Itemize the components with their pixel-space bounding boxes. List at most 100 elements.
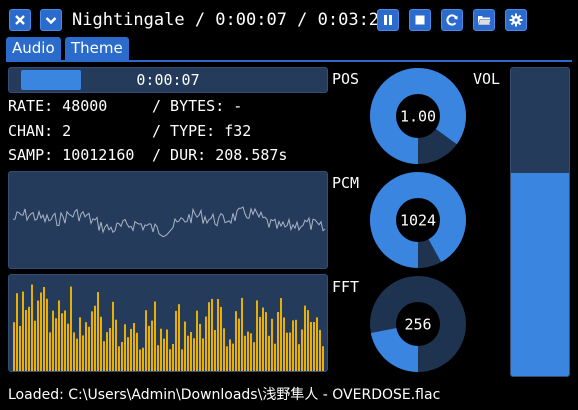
fft-bar [130, 328, 132, 371]
fft-bar [115, 319, 117, 371]
fft-bar [148, 325, 150, 371]
fft-bar [16, 293, 18, 371]
fft-bar [277, 312, 279, 371]
tab-audio[interactable]: Audio [6, 37, 61, 61]
fft-bar [181, 349, 183, 371]
fft-bar [37, 300, 39, 371]
fft-bar [52, 310, 54, 371]
fft-bar [289, 332, 291, 371]
rate-info: RATE: 48000 [8, 97, 108, 115]
fft-bar [307, 310, 309, 371]
fft-bar [34, 320, 36, 371]
refresh-button[interactable] [441, 9, 463, 31]
waveform-plot [12, 206, 326, 238]
fft-bar [244, 335, 246, 371]
pos-gauge-value: 1.00 [400, 108, 436, 126]
fft-bar [205, 316, 207, 371]
open-folder-button[interactable] [473, 9, 495, 31]
fft-bar [310, 322, 312, 371]
dur-info: / DUR: 208.587s [152, 146, 288, 164]
status-bar: Loaded: C:\Users\Admin\Downloads\浅野隼人 - … [8, 387, 441, 403]
waveform-line [12, 206, 326, 238]
fft-bar [292, 320, 294, 371]
fft-bar [160, 328, 162, 371]
fft-bar [64, 310, 66, 371]
fft-bar [274, 343, 276, 371]
fft-bar [286, 332, 288, 371]
fft-plot [13, 284, 324, 371]
fft-bar [118, 346, 120, 371]
fft-bar [124, 324, 126, 371]
fft-bar [67, 323, 69, 371]
fft-bar [196, 310, 198, 371]
fft-bar [49, 332, 51, 371]
fft-bar [79, 317, 81, 371]
fft-bar [142, 347, 144, 371]
pause-button[interactable] [377, 9, 399, 31]
bytes-info: / BYTES: - [152, 97, 243, 115]
fft-bar [298, 344, 300, 371]
position-time: 0:00:07 [136, 71, 200, 89]
fft-bar [220, 306, 222, 371]
refresh-icon [446, 14, 458, 26]
fft-bar [82, 335, 84, 371]
fft-bar [91, 311, 93, 371]
pos-gauge[interactable]: 1.00 [368, 66, 468, 166]
tab-theme[interactable]: Theme [65, 37, 129, 61]
fft-bar [235, 311, 237, 371]
pcm-gauge[interactable]: 1024 [368, 170, 468, 270]
fft-bar [97, 292, 99, 371]
fft-bar [40, 292, 42, 371]
fft-bar [202, 338, 204, 371]
fft-bar [184, 321, 186, 371]
pause-icon [384, 15, 392, 25]
fft-bar [133, 323, 135, 371]
type-info: / TYPE: f32 [152, 122, 252, 140]
fft-bar [25, 310, 27, 371]
pcm-label: PCM [332, 174, 360, 192]
fft-bar [313, 322, 315, 371]
fft-bar [283, 317, 285, 371]
fft-bar [163, 338, 165, 371]
fft-bar [304, 305, 306, 371]
gear-icon [509, 13, 523, 27]
fft-bar [250, 333, 252, 371]
stop-button[interactable] [409, 9, 431, 31]
volume-slider-fill [511, 172, 569, 376]
fft-bar [28, 306, 30, 371]
collapse-button[interactable] [40, 9, 62, 31]
fft-bar [271, 318, 273, 371]
fft-bar [319, 329, 321, 371]
fft-bar [76, 338, 78, 371]
folder-icon [477, 16, 491, 26]
fft-bar [256, 300, 258, 371]
close-button[interactable] [9, 9, 31, 31]
title-bar: Nightingale / 0:00:07 / 0:03:28 [0, 0, 578, 38]
fft-bar [229, 339, 231, 371]
volume-slider[interactable] [510, 67, 570, 377]
fft-bar [112, 301, 114, 371]
fft-panel [8, 274, 328, 372]
pos-label: POS [332, 70, 360, 88]
close-icon [15, 15, 25, 25]
fft-bar [46, 298, 48, 371]
fft-bar [199, 323, 201, 371]
fft-bar [208, 302, 210, 371]
fft-bar [85, 322, 87, 371]
fft-bar [295, 319, 297, 371]
fft-bar [187, 335, 189, 371]
settings-button[interactable] [505, 9, 527, 31]
fft-bar [226, 346, 228, 371]
fft-bar [280, 298, 282, 371]
fft-bar [88, 326, 90, 371]
pcm-gauge-dial: 1024 [369, 172, 466, 268]
fft-bar [322, 346, 324, 371]
fft-bar [100, 316, 102, 371]
vol-label: VOL [473, 70, 501, 88]
position-slider[interactable]: 0:00:07 [8, 67, 328, 93]
pcm-gauge-value: 1024 [400, 212, 436, 230]
fft-bar [316, 317, 318, 371]
samp-info: SAMP: 10012160 [8, 146, 135, 164]
fft-bar [151, 320, 153, 371]
fft-gauge[interactable]: 256 [368, 274, 468, 374]
